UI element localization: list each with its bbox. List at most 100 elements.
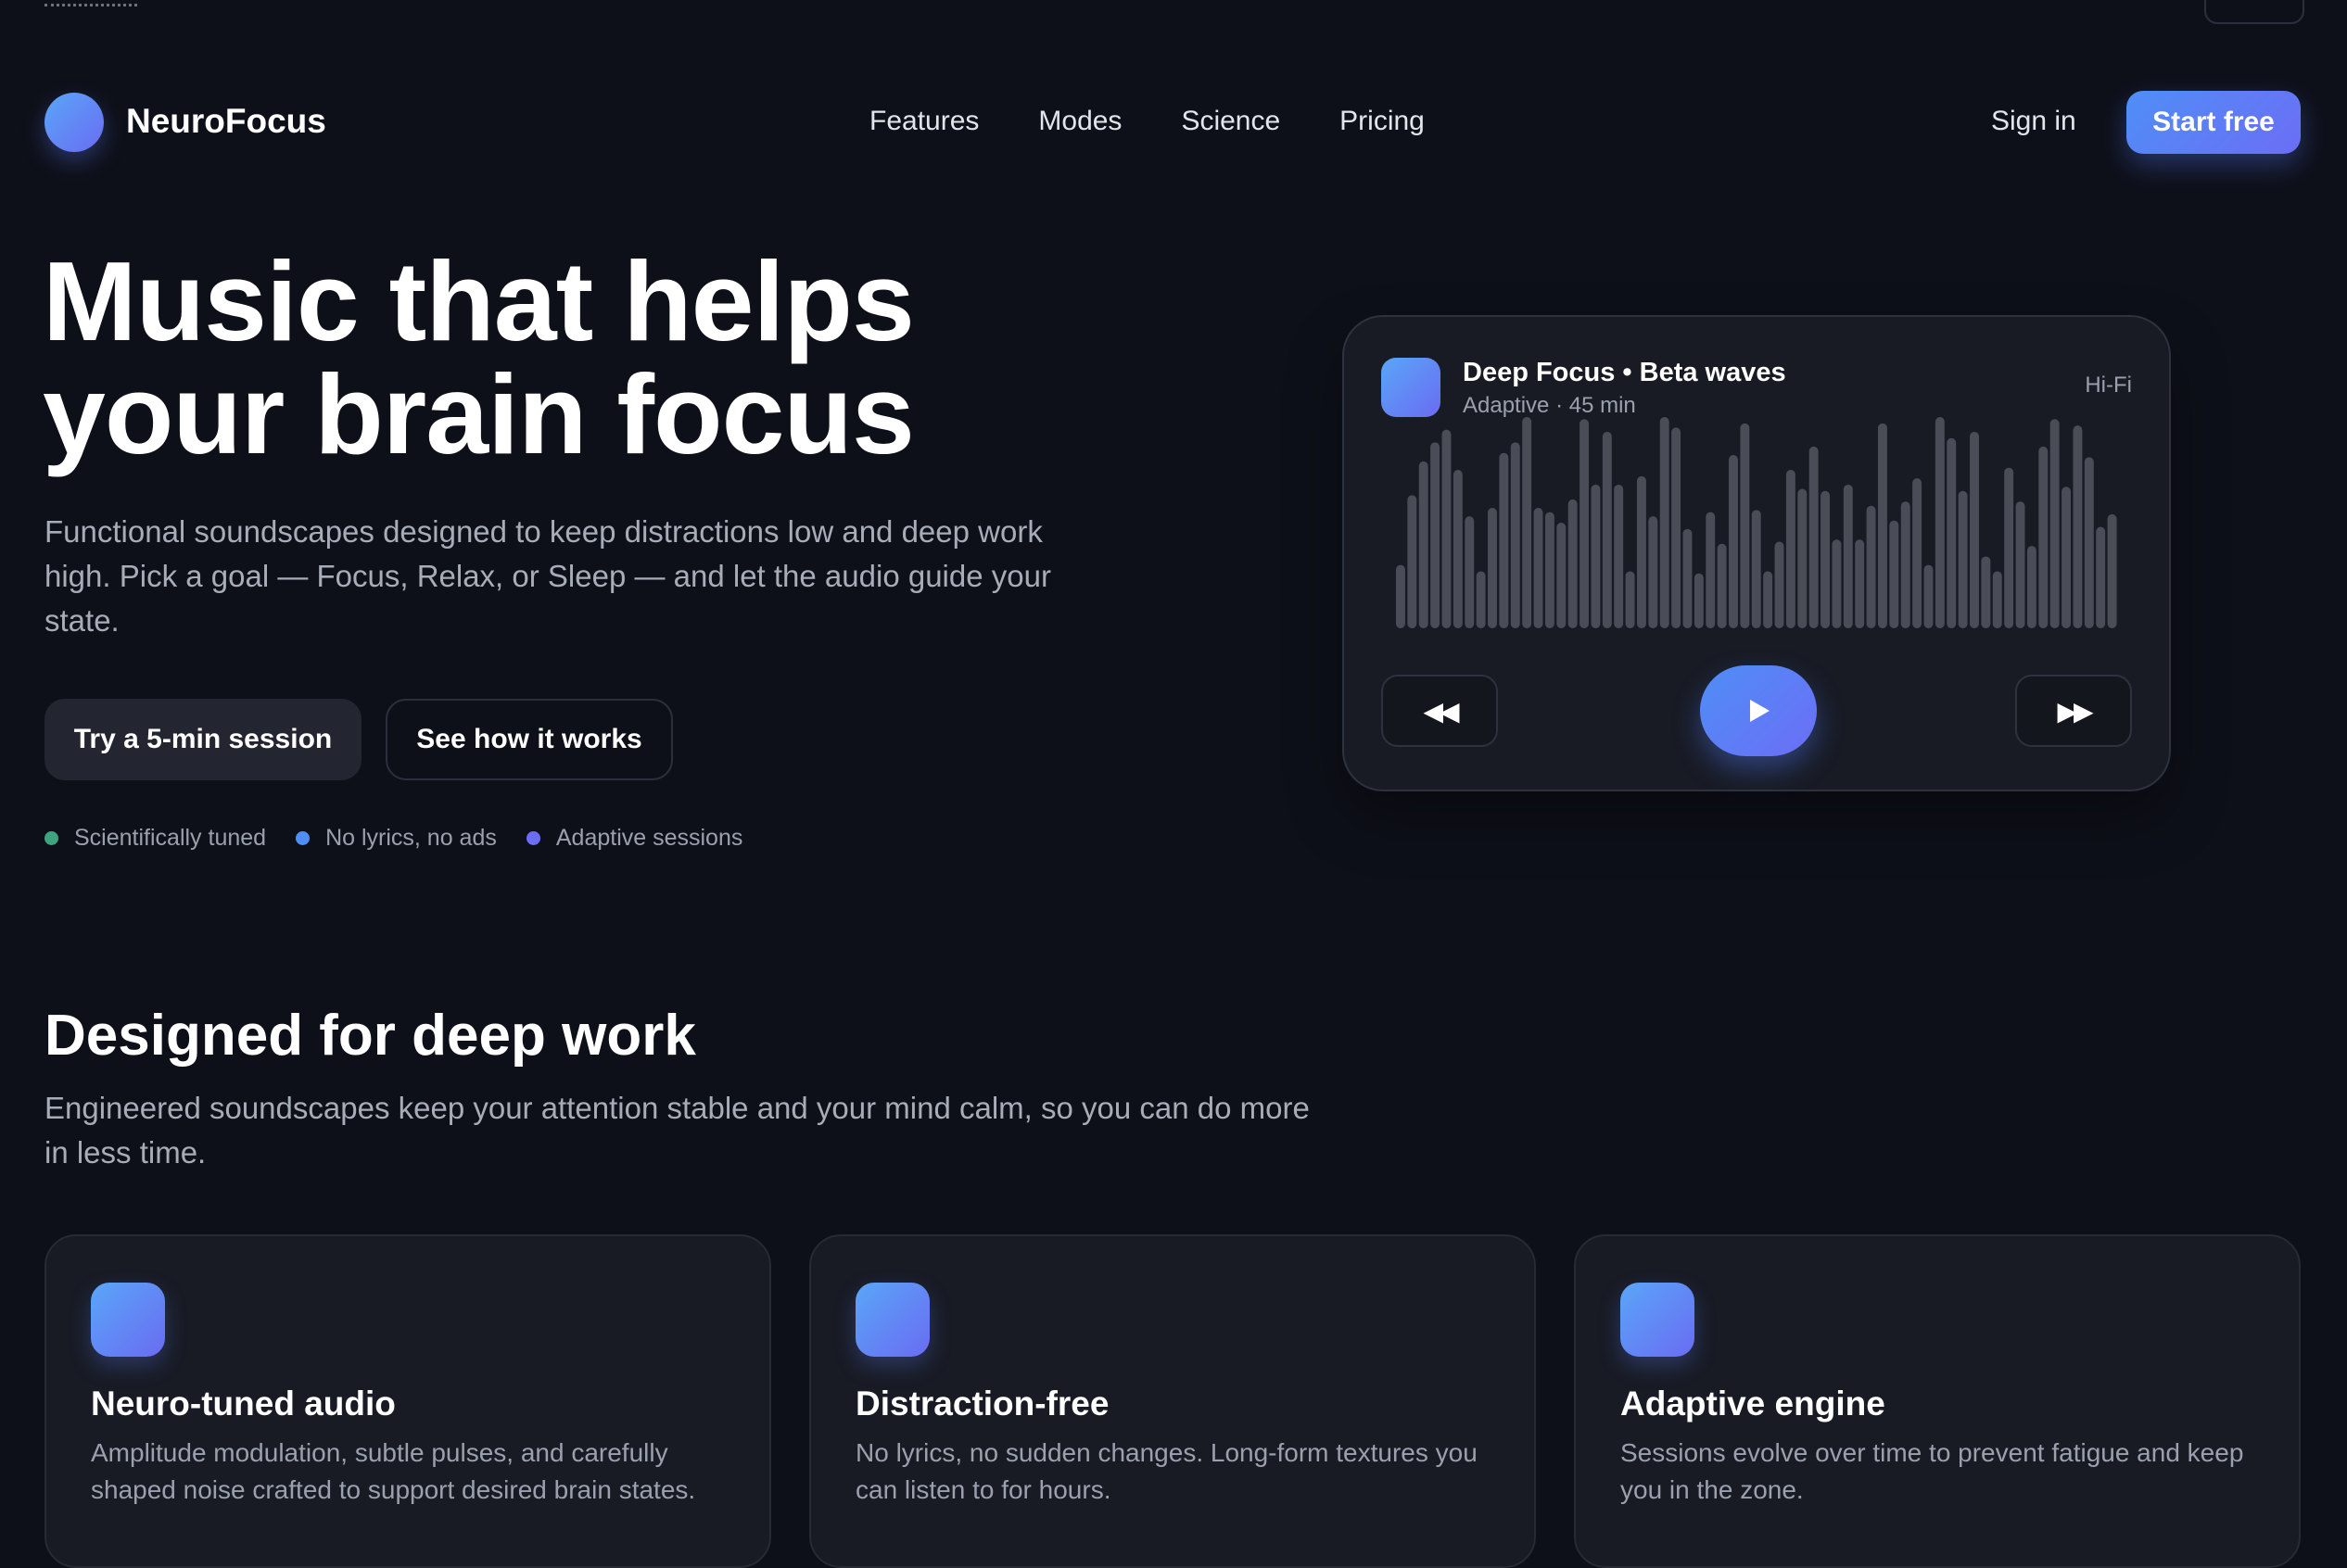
- feature-icon: [856, 1283, 930, 1357]
- start-free-button[interactable]: Start free: [2126, 91, 2301, 154]
- waveform-bar: [2073, 425, 2083, 628]
- waveform-visualizer: [1396, 417, 2117, 628]
- cropped-top-button[interactable]: [2204, 0, 2304, 24]
- waveform-bar: [1396, 564, 1405, 628]
- brand-name[interactable]: NeuroFocus: [126, 102, 326, 141]
- waveform-bar: [1544, 512, 1554, 628]
- violet-dot-icon: [526, 831, 540, 845]
- waveform-bar: [1441, 429, 1452, 628]
- blue-dot-icon: [296, 831, 311, 845]
- waveform-bar: [1855, 539, 1865, 628]
- waveform-bar: [1591, 484, 1601, 628]
- feature-icon: [1620, 1283, 1694, 1357]
- waveform-bar: [1923, 564, 1934, 628]
- badge-adaptive-sessions: Adaptive sessions: [526, 825, 743, 852]
- waveform-bar: [1889, 520, 1899, 628]
- waveform-bar: [1785, 470, 1795, 628]
- waveform-bar: [1740, 423, 1750, 628]
- waveform-bar: [1648, 516, 1658, 628]
- nav-link-science[interactable]: Science: [1181, 106, 1280, 137]
- features-subtitle: Engineered soundscapes keep your attenti…: [44, 1091, 1310, 1170]
- track-artwork: [1381, 358, 1440, 417]
- nav-link-pricing[interactable]: Pricing: [1339, 106, 1425, 137]
- rewind-icon: ◀◀: [1423, 696, 1459, 726]
- waveform-bar: [2096, 526, 2106, 628]
- waveform-bar: [1567, 499, 1578, 628]
- badge-label: Adaptive sessions: [555, 825, 743, 851]
- waveform-bar: [2107, 513, 2117, 628]
- badge-label: No lyrics, no ads: [325, 825, 497, 851]
- green-dot-icon: [44, 831, 58, 845]
- waveform-bar: [2049, 419, 2060, 628]
- feature-card-adaptive-engine: Adaptive engine Sessions evolve over tim…: [1574, 1234, 2301, 1568]
- hero-title-line-1: Music that helps: [43, 238, 915, 364]
- waveform-bar: [1614, 484, 1624, 628]
- rewind-button[interactable]: ◀◀: [1381, 675, 1498, 747]
- waveform-bar: [1935, 417, 1945, 628]
- waveform-bar: [1808, 446, 1819, 628]
- waveform-bar: [1821, 490, 1830, 628]
- feature-card-neuro-tuned: Neuro-tuned audio Amplitude modulation, …: [44, 1234, 771, 1568]
- fast-forward-button[interactable]: ▶▶: [2015, 675, 2132, 747]
- waveform-bar: [1430, 442, 1440, 628]
- waveform-bar: [1694, 573, 1704, 628]
- waveform-bar: [1958, 490, 1968, 628]
- waveform-bar: [1774, 541, 1784, 628]
- hero-subtitle: Functional soundscapes designed to keep …: [44, 514, 1051, 638]
- waveform-bar: [1682, 528, 1693, 628]
- waveform-bar: [1533, 508, 1543, 628]
- waveform-bar: [1717, 543, 1727, 628]
- waveform-bar: [1706, 512, 1716, 628]
- waveform-bar: [1866, 505, 1876, 628]
- waveform-bar: [1453, 470, 1463, 628]
- feature-card-title: Adaptive engine: [1620, 1385, 1885, 1423]
- waveform-bar: [1843, 484, 1853, 628]
- play-button[interactable]: [1700, 665, 1817, 756]
- fast-forward-icon: ▶▶: [2057, 696, 2093, 726]
- waveform-bar: [2015, 501, 2025, 628]
- waveform-bar: [1499, 452, 1509, 628]
- waveform-bar: [1659, 417, 1669, 628]
- waveform-bar: [1947, 437, 1957, 628]
- waveform-bar: [2084, 457, 2094, 628]
- feature-card-text: Amplitude modulation, subtle pulses, and…: [91, 1438, 696, 1504]
- nav-link-features[interactable]: Features: [869, 106, 979, 137]
- waveform-bar: [1763, 571, 1773, 628]
- cropped-top-text: [44, 0, 137, 6]
- waveform-bar: [1797, 488, 1808, 628]
- feature-card-text: No lyrics, no sudden changes. Long-form …: [856, 1438, 1478, 1504]
- badge-no-lyrics: No lyrics, no ads: [296, 825, 497, 852]
- feature-card-text: Sessions evolve over time to prevent fat…: [1620, 1438, 2244, 1504]
- nav-link-modes[interactable]: Modes: [1038, 106, 1122, 137]
- waveform-bar: [2026, 546, 2036, 628]
- waveform-bar: [1418, 461, 1428, 628]
- waveform-bar: [1556, 523, 1567, 628]
- waveform-bar: [2004, 467, 2014, 628]
- try-session-button[interactable]: Try a 5-min session: [44, 699, 362, 780]
- see-how-it-works-button[interactable]: See how it works: [386, 699, 673, 780]
- waveform-bar: [1671, 427, 1681, 628]
- features-title: Designed for deep work: [44, 1004, 696, 1068]
- brand-logo[interactable]: [44, 93, 104, 152]
- waveform-bar: [1751, 510, 1761, 628]
- waveform-bar: [2038, 446, 2049, 628]
- feature-card-title: Distraction-free: [856, 1385, 1110, 1423]
- sign-in-link[interactable]: Sign in: [1991, 106, 2076, 137]
- waveform-bar: [1488, 508, 1497, 628]
- waveform-bar: [1602, 431, 1612, 628]
- waveform-bar: [1522, 417, 1532, 628]
- nav-links: Features Modes Science Pricing: [869, 106, 1484, 137]
- feature-card-distraction-free: Distraction-free No lyrics, no sudden ch…: [809, 1234, 1536, 1568]
- waveform-bar: [1970, 431, 1979, 628]
- waveform-bar: [1465, 516, 1475, 628]
- waveform-bar: [1992, 571, 2002, 628]
- hero-title-line-2: your brain focus: [43, 351, 915, 477]
- waveform-bar: [1625, 571, 1635, 628]
- waveform-bar: [1878, 423, 1887, 628]
- waveform-bar: [1476, 571, 1486, 628]
- quality-badge: Hi-Fi: [2085, 373, 2132, 398]
- waveform-bar: [2062, 487, 2071, 628]
- waveform-bar: [1637, 475, 1646, 628]
- waveform-bar: [1510, 442, 1520, 628]
- waveform-bar: [1729, 455, 1738, 628]
